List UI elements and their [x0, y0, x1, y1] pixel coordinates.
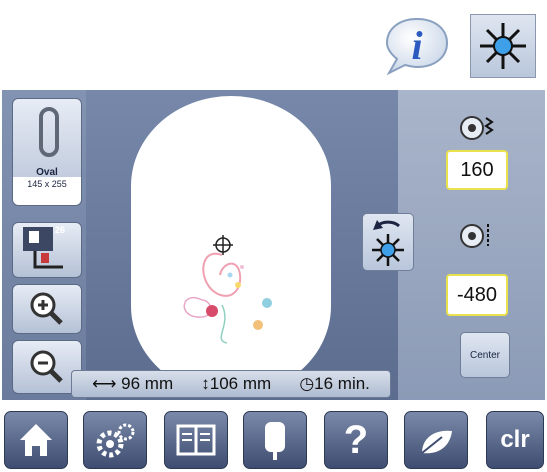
clear-button[interactable]: clr	[486, 411, 544, 469]
starburst-icon	[480, 23, 526, 69]
oval-hoop-icon	[39, 107, 59, 157]
design-width: ⟷ 96 mm	[92, 374, 174, 393]
dress-form-icon	[265, 422, 285, 460]
home-button[interactable]	[4, 411, 68, 469]
zoom-in-button[interactable]	[12, 284, 82, 334]
eco-leaf-icon	[421, 430, 452, 454]
height-arrow-icon: ↕	[201, 374, 210, 393]
width-arrow-icon: ⟷	[92, 374, 117, 393]
position-y-value[interactable]: -480	[446, 274, 508, 316]
move-horizontal-icon	[460, 116, 494, 140]
move-vertical-icon	[460, 224, 489, 248]
design-height: ↕106 mm	[201, 374, 272, 393]
rotate-design-button[interactable]	[362, 213, 414, 271]
info-icon: i	[385, 17, 449, 76]
gear-icon	[96, 423, 135, 458]
svg-text:i: i	[411, 23, 422, 68]
help-button[interactable]: ?	[324, 411, 388, 469]
eco-button[interactable]	[404, 411, 468, 469]
design-info-bar: ⟷ 96 mm ↕106 mm ◷16 min.	[71, 370, 391, 398]
tutorial-button[interactable]	[164, 411, 228, 469]
clock-icon: ◷	[299, 374, 315, 393]
zoom-in-icon	[30, 292, 63, 325]
position-x-value[interactable]: 160	[446, 150, 508, 190]
hoop-size: 145 x 255	[27, 179, 67, 189]
home-icon	[20, 424, 52, 456]
hoop-name: Oval	[36, 167, 58, 178]
needle-center-button[interactable]	[470, 14, 536, 78]
center-button[interactable]: Center	[460, 332, 510, 378]
color-layers-button[interactable]: 26	[12, 222, 82, 278]
embroidery-design[interactable]	[172, 245, 280, 345]
settings-button[interactable]	[83, 411, 147, 469]
stitch-time: ◷16 min.	[299, 374, 370, 393]
creative-consultant-button[interactable]	[243, 411, 307, 469]
info-button[interactable]: i	[385, 15, 449, 76]
hoop-selection-button[interactable]: Oval 145 x 255	[12, 98, 82, 206]
color-layers-icon	[23, 227, 63, 269]
book-icon	[176, 424, 216, 456]
layers-count: 26	[55, 225, 66, 235]
rotate-icon	[372, 220, 404, 266]
